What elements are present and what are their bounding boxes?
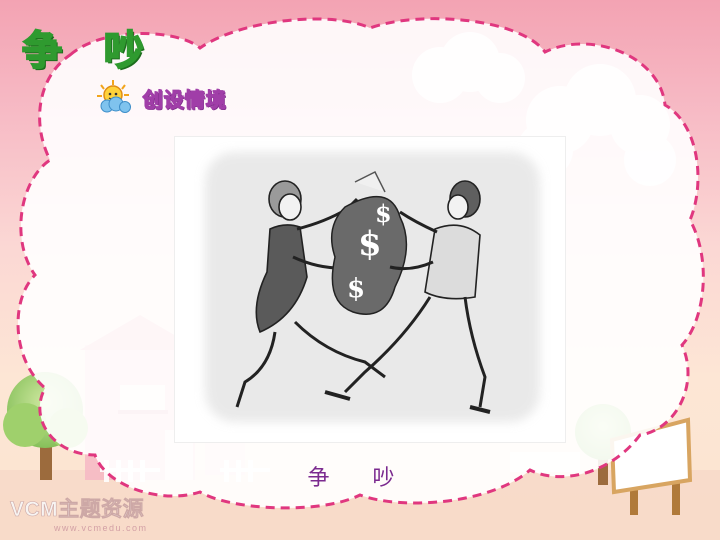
sun-cloud-icon (95, 79, 135, 117)
svg-text:$: $ (347, 274, 365, 304)
subtitle-row: 创设情境 (95, 80, 227, 116)
watermark: VCM主题资源 www.vcmedu.com (10, 493, 148, 533)
money-tug-illustration: $ $ $ (205, 152, 540, 422)
svg-text:$: $ (358, 224, 382, 264)
subtitle-text: 创设情境 (143, 87, 227, 112)
illustration-photo: $ $ $ (175, 137, 565, 442)
svg-text:$: $ (375, 199, 392, 228)
watermark-url: www.vcmedu.com (54, 523, 148, 533)
watermark-logo: VCM主题资源 (10, 498, 145, 522)
illustration-caption: 争 吵 (307, 466, 413, 491)
slide-title: 争 吵 (21, 27, 158, 75)
